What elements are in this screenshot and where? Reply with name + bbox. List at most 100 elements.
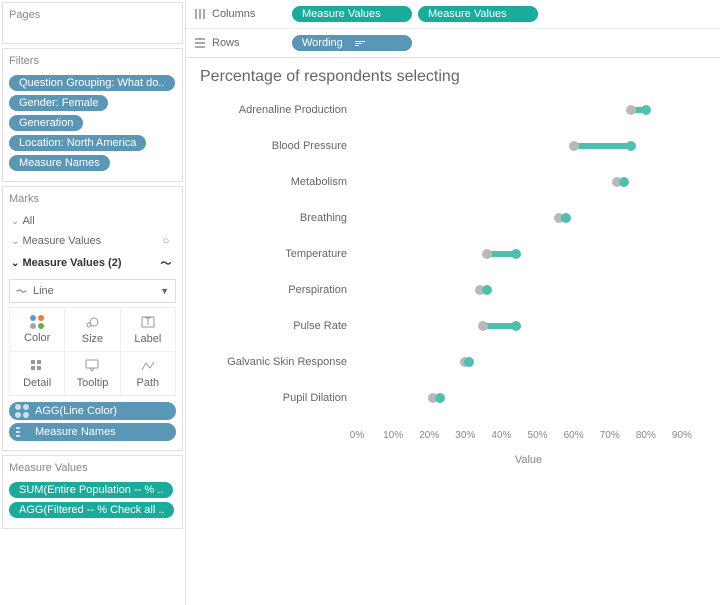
detail-icon [29, 358, 45, 374]
data-point[interactable] [619, 177, 629, 187]
row-label: Perspiration [192, 284, 357, 296]
axis-tick: 30% [455, 430, 475, 441]
chart-row: Metabolism [192, 164, 700, 200]
marks-mv2-row[interactable]: ⌄ Measure Values (2) 〜 [9, 251, 176, 275]
row-label: Galvanic Skin Response [192, 356, 357, 368]
chart-row: Perspiration [192, 272, 700, 308]
chart-plot[interactable]: Pupil Dilation Galvanic Skin Response Puls… [192, 92, 710, 472]
chart-row: Temperature [192, 236, 700, 272]
data-point[interactable] [641, 105, 651, 115]
filter-pill[interactable]: Question Grouping: What do.. [9, 75, 175, 91]
mark-type-dropdown[interactable]: 〜Line ▼ [9, 279, 176, 303]
data-point[interactable] [482, 249, 492, 259]
row-label: Adrenaline Production [192, 104, 357, 116]
filter-pill[interactable]: Generation [9, 115, 83, 131]
row-label: Pulse Rate [192, 320, 357, 332]
data-point[interactable] [482, 285, 492, 295]
size-icon [84, 314, 100, 330]
svg-text:T: T [144, 316, 151, 328]
marks-title: Marks [9, 193, 176, 205]
mark-label-button[interactable]: T Label [121, 308, 176, 352]
marks-card: Marks ⌄ All ⌄ Measure Values ○ ⌄ Measure… [2, 186, 183, 451]
axis-tick: 20% [419, 430, 439, 441]
axis-tick: 0% [350, 430, 364, 441]
mark-path-button[interactable]: Path [121, 352, 176, 396]
line-icon: 〜 [158, 255, 174, 271]
chevron-down-icon: ⌄ [11, 236, 19, 247]
x-axis: 0%10%20%30%40%50%60%70%80%90% [357, 430, 700, 446]
row-label: Pupil Dilation [192, 392, 357, 404]
data-point[interactable] [626, 141, 636, 151]
rows-icon [194, 37, 206, 49]
filter-pill[interactable]: Gender: Female [9, 95, 108, 111]
axis-tick: 60% [564, 430, 584, 441]
rows-pill[interactable]: Wording [292, 35, 412, 51]
axis-tick: 80% [636, 430, 656, 441]
mark-detail-button[interactable]: Detail [10, 352, 65, 396]
chart-area: Percentage of respondents selecting Pupi… [186, 58, 720, 605]
range-segment[interactable] [574, 143, 632, 149]
axis-tick: 50% [528, 430, 548, 441]
measure-values-shelf[interactable]: Measure Values SUM(Entire Population -- … [2, 455, 183, 529]
columns-pill[interactable]: Measure Values [292, 6, 412, 22]
axis-tick: 90% [672, 430, 692, 441]
color-icon [30, 315, 44, 329]
mark-properties-grid: Color Size T Label Detail Tooltip Path [9, 307, 176, 396]
path-icon [140, 358, 156, 374]
columns-pill[interactable]: Measure Values [418, 6, 538, 22]
mark-applied-pill[interactable]: Measure Names [9, 423, 176, 441]
columns-icon [194, 8, 206, 20]
axis-tick: 70% [600, 430, 620, 441]
chart-row: Pupil Dilation [192, 380, 700, 416]
line-icon: 〜 [16, 283, 27, 299]
pages-shelf[interactable]: Pages [2, 2, 183, 44]
marks-all-row[interactable]: ⌄ All [9, 211, 176, 231]
label-icon: T [140, 314, 156, 330]
circle-icon: ○ [158, 235, 174, 247]
row-label: Temperature [192, 248, 357, 260]
legend-icon [15, 425, 29, 439]
rows-shelf[interactable]: Rows Wording [186, 29, 720, 57]
chart-row: Adrenaline Production [192, 92, 700, 128]
chart-row: Breathing [192, 200, 700, 236]
data-point[interactable] [626, 105, 636, 115]
mark-applied-pill[interactable]: AGG(Line Color) [9, 402, 176, 420]
chart-title: Percentage of respondents selecting [200, 68, 710, 86]
row-label: Breathing [192, 212, 357, 224]
axis-tick: 40% [491, 430, 511, 441]
row-label: Blood Pressure [192, 140, 357, 152]
color-icon [15, 404, 29, 418]
chart-row: Galvanic Skin Response [192, 344, 700, 380]
data-point[interactable] [478, 321, 488, 331]
chevron-down-icon: ⌄ [11, 216, 19, 227]
filters-shelf[interactable]: Filters Question Grouping: What do.. Gend… [2, 48, 183, 182]
mark-size-button[interactable]: Size [65, 308, 120, 352]
axis-tick: 10% [383, 430, 403, 441]
row-label: Metabolism [192, 176, 357, 188]
measure-value-pill[interactable]: SUM(Entire Population -- % .. [9, 482, 173, 498]
filters-title: Filters [9, 55, 176, 67]
x-axis-label: Value [357, 454, 700, 466]
chevron-down-icon: ⌄ [11, 258, 19, 269]
filter-pill[interactable]: Location: North America [9, 135, 146, 151]
measure-value-pill[interactable]: AGG(Filtered -- % Check all .. [9, 502, 174, 518]
data-point[interactable] [435, 393, 445, 403]
data-point[interactable] [569, 141, 579, 151]
chart-row: Pulse Rate [192, 308, 700, 344]
data-point[interactable] [511, 321, 521, 331]
sort-icon [355, 41, 365, 46]
dropdown-caret-icon: ▼ [160, 286, 169, 296]
columns-shelf[interactable]: Columns Measure ValuesMeasure Values [186, 0, 720, 29]
marks-mv1-row[interactable]: ⌄ Measure Values ○ [9, 231, 176, 251]
filter-pill[interactable]: Measure Names [9, 155, 110, 171]
data-point[interactable] [561, 213, 571, 223]
mark-color-button[interactable]: Color [10, 308, 65, 352]
mark-tooltip-button[interactable]: Tooltip [65, 352, 120, 396]
tooltip-icon [84, 358, 100, 374]
data-point[interactable] [464, 357, 474, 367]
chart-row: Blood Pressure [192, 128, 700, 164]
top-shelves: Columns Measure ValuesMeasure Values Row… [186, 0, 720, 58]
measure-values-title: Measure Values [9, 462, 176, 474]
data-point[interactable] [511, 249, 521, 259]
pages-title: Pages [9, 9, 176, 21]
